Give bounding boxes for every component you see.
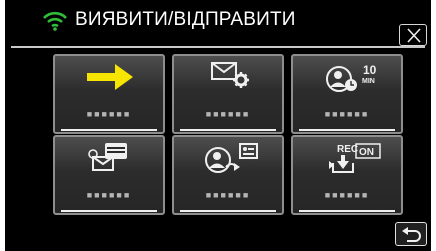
menu-item-label: ■■■■■■ bbox=[324, 190, 370, 200]
menu-item-rec-on[interactable]: REC ON ■■■■■■ bbox=[291, 135, 403, 215]
badge-10: 10 bbox=[363, 63, 377, 77]
header-divider bbox=[11, 46, 425, 48]
tile-underline bbox=[299, 210, 395, 212]
back-icon bbox=[402, 227, 421, 242]
close-button[interactable] bbox=[399, 24, 427, 46]
rec-text: REC bbox=[337, 144, 358, 155]
menu-item-label: ■■■■■■ bbox=[86, 190, 132, 200]
menu-item-label: ■■■■■■ bbox=[86, 109, 132, 119]
menu-item-label: ■■■■■■ bbox=[205, 190, 251, 200]
tile-underline bbox=[180, 210, 276, 212]
back-button[interactable] bbox=[395, 222, 427, 246]
menu-item-monitor-10-min[interactable]: 10 MIN ■■■■■■ bbox=[291, 54, 403, 134]
menu-item-label: ■■■■■■ bbox=[324, 109, 370, 119]
person-picture-icon bbox=[205, 143, 258, 173]
person-clock-10min-icon: 10 MIN bbox=[326, 63, 377, 92]
menu-item-mail-settings[interactable]: ■■■■■■ bbox=[172, 54, 284, 134]
menu-item-label: ■■■■■■ bbox=[205, 109, 251, 119]
tile-underline bbox=[180, 129, 276, 131]
mail-camera-icon bbox=[88, 143, 127, 171]
page-title: ВИЯВИТИ/ВІДПРАВИТИ bbox=[75, 9, 296, 30]
screen: ВИЯВИТИ/ВІДПРАВИТИ ■■■■■■ ■■■■■■ 10 MIN … bbox=[5, 0, 431, 251]
mail-gear-icon bbox=[211, 62, 249, 88]
header: ВИЯВИТИ/ВІДПРАВИТИ bbox=[5, 0, 431, 38]
menu-item-arrow-right[interactable]: ■■■■■■ bbox=[53, 54, 165, 134]
arrow-right-icon bbox=[87, 64, 133, 90]
close-icon bbox=[407, 28, 421, 43]
on-badge: ON bbox=[359, 147, 374, 158]
menu-item-send-picture[interactable]: ■■■■■■ bbox=[172, 135, 284, 215]
wifi-icon bbox=[43, 11, 67, 31]
badge-min: MIN bbox=[362, 78, 375, 85]
tile-underline bbox=[61, 210, 157, 212]
tile-underline bbox=[61, 129, 157, 131]
menu-item-mail-camera[interactable]: ■■■■■■ bbox=[53, 135, 165, 215]
rec-download-icon: REC ON bbox=[329, 143, 381, 173]
tile-underline bbox=[299, 129, 395, 131]
